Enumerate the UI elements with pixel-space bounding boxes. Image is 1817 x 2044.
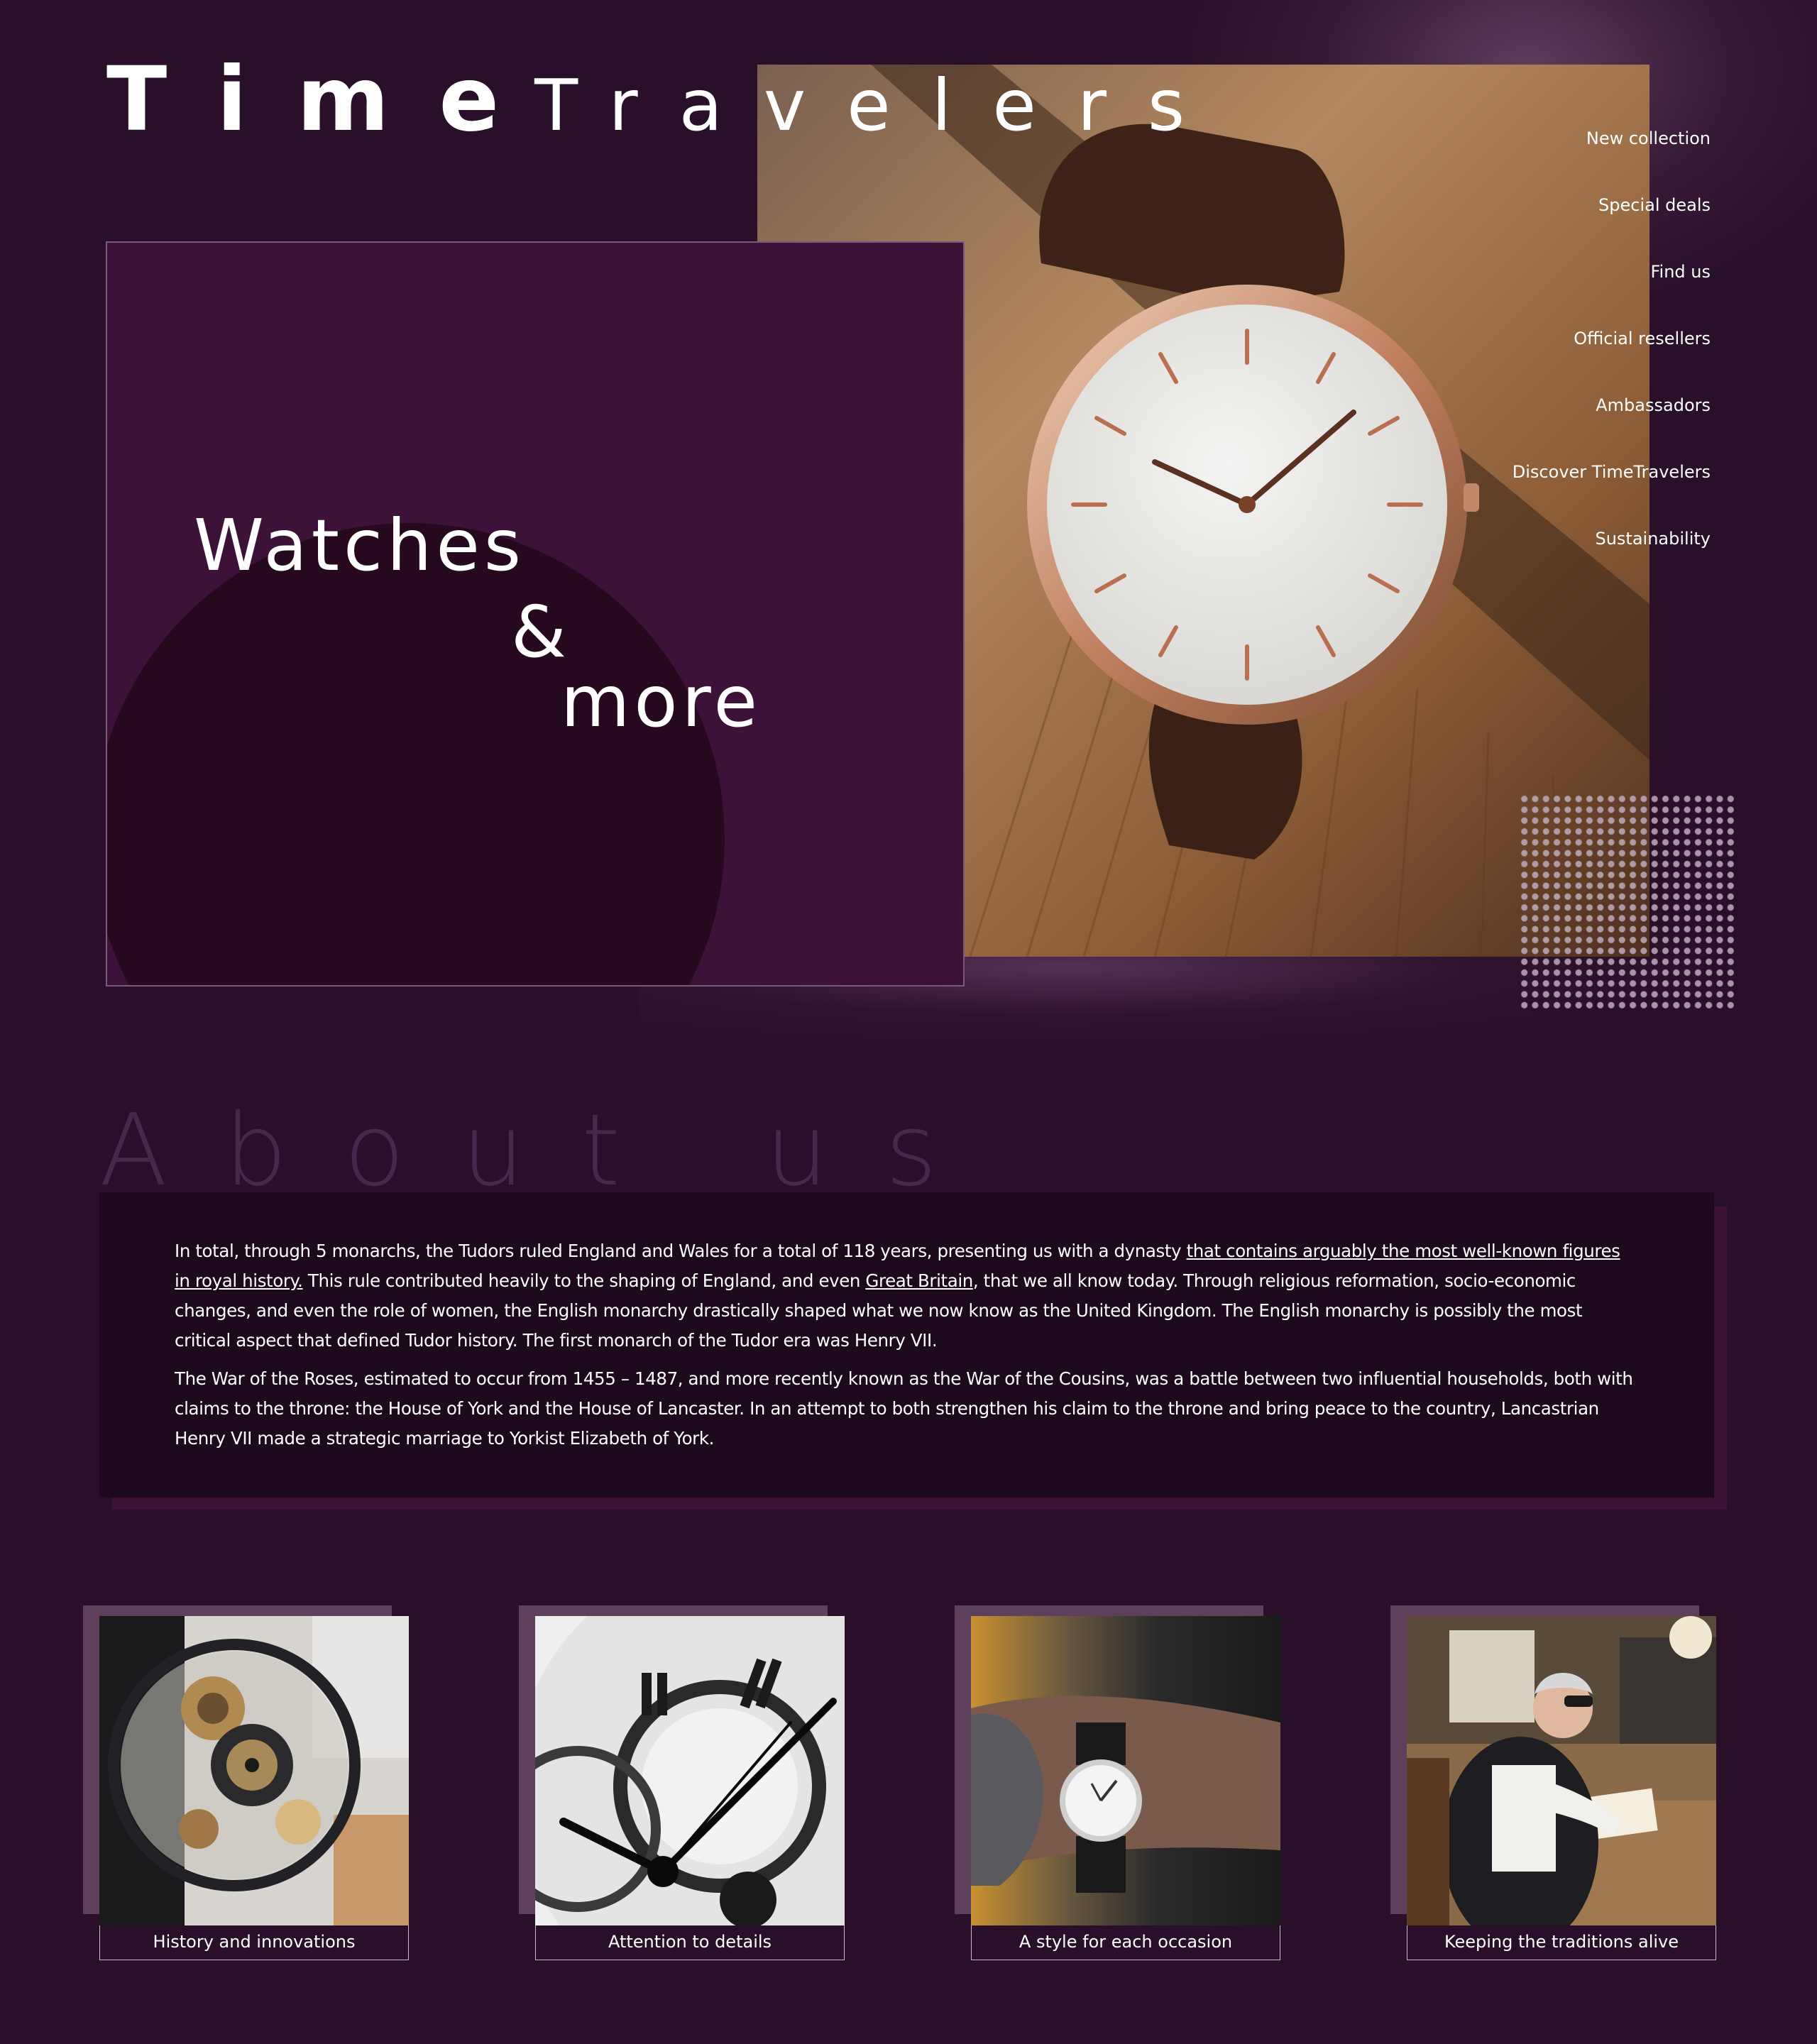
feature-card-style[interactable]: A style for each occasion bbox=[955, 1605, 1280, 1960]
nav-ambassadors[interactable]: Ambassadors bbox=[1513, 391, 1711, 458]
about-paragraph-2: The War of the Roses, estimated to occur… bbox=[175, 1368, 1633, 1449]
hero-decorative-circle bbox=[107, 523, 725, 985]
nav-new-collection[interactable]: New collection bbox=[1513, 124, 1711, 191]
decorative-dot-grid bbox=[1519, 793, 1736, 1011]
logo-word-time: Time bbox=[106, 48, 549, 151]
nav-find-us[interactable]: Find us bbox=[1513, 258, 1711, 324]
about-heading: About us bbox=[99, 1093, 994, 1209]
card-photo-wrist-watch bbox=[971, 1616, 1280, 1925]
nav-special-deals[interactable]: Special deals bbox=[1513, 191, 1711, 258]
card-photo-watch-dial bbox=[535, 1616, 845, 1925]
nav-discover-timetravelers[interactable]: Discover TimeTravelers bbox=[1513, 458, 1711, 524]
card-label: Keeping the traditions alive bbox=[1407, 1925, 1716, 1960]
site-logo[interactable]: Time Travelers bbox=[106, 48, 1226, 151]
hero-heading-line3: more bbox=[561, 660, 762, 743]
about-p1-text-b: This rule contributed heavily to the sha… bbox=[302, 1270, 866, 1291]
card-photo-watchmaker bbox=[1407, 1616, 1716, 1925]
about-text-box: In total, through 5 monarchs, the Tudors… bbox=[99, 1192, 1714, 1498]
card-label: Attention to details bbox=[535, 1925, 845, 1960]
hero-heading-line1: Watches bbox=[194, 504, 525, 587]
nav-official-resellers[interactable]: Official resellers bbox=[1513, 324, 1711, 391]
card-label: History and innovations bbox=[99, 1925, 409, 1960]
feature-card-history[interactable]: History and innovations bbox=[83, 1605, 409, 1960]
logo-word-travelers: Travelers bbox=[534, 64, 1226, 147]
main-navigation: New collection Special deals Find us Off… bbox=[1513, 124, 1711, 591]
feature-card-traditions[interactable]: Keeping the traditions alive bbox=[1390, 1605, 1716, 1960]
great-britain-link[interactable]: Great Britain bbox=[865, 1270, 973, 1291]
feature-card-details[interactable]: Attention to details bbox=[519, 1605, 845, 1960]
card-photo-magnifier-gears bbox=[99, 1616, 409, 1925]
card-label: A style for each occasion bbox=[971, 1925, 1280, 1960]
nav-sustainability[interactable]: Sustainability bbox=[1513, 524, 1711, 591]
about-p1-text-a: In total, through 5 monarchs, the Tudors… bbox=[175, 1241, 1187, 1261]
about-paragraph-1: In total, through 5 monarchs, the Tudors… bbox=[175, 1236, 1640, 1356]
